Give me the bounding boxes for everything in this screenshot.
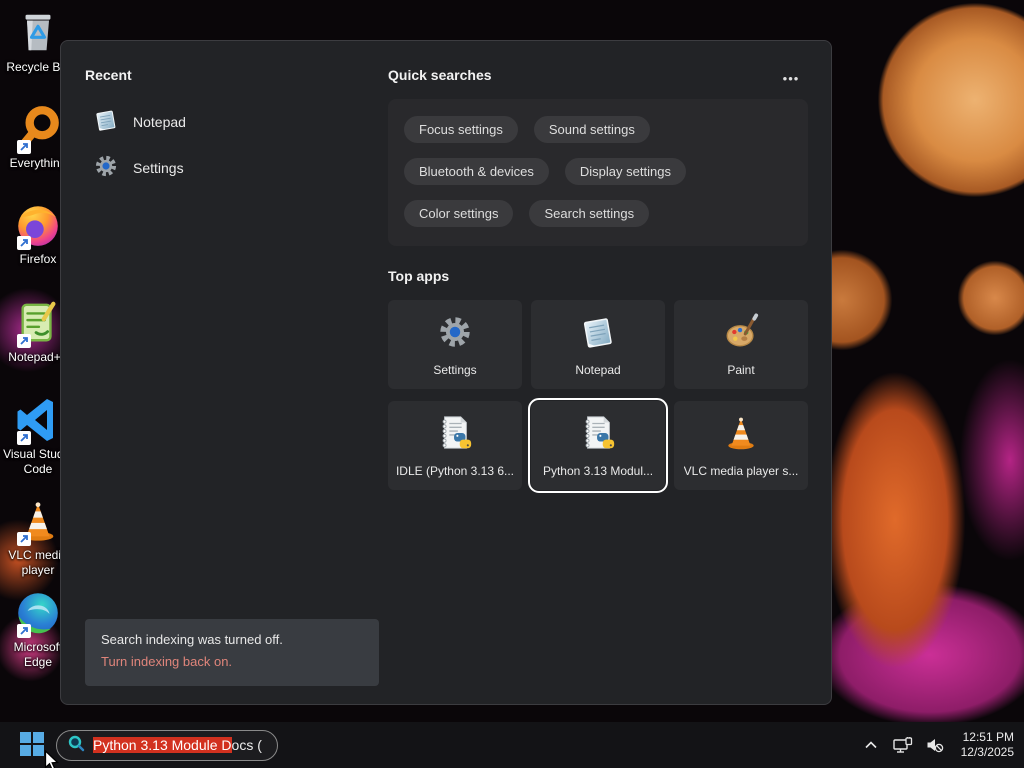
tray-volume-muted-icon[interactable] — [923, 730, 947, 760]
quick-search-color-settings[interactable]: Color settings — [404, 200, 514, 227]
system-tray: 12:51 PM 12/3/2025 — [859, 730, 1024, 760]
tile-label: Python 3.13 Modul... — [542, 463, 654, 478]
more-options-button[interactable]: ••• — [773, 67, 809, 89]
tile-label: Paint — [727, 362, 755, 377]
windows-logo-icon — [19, 731, 45, 760]
recycle-bin-icon — [13, 8, 63, 58]
desktop-icon-label: Everything — [9, 156, 67, 170]
tray-chevron-up-icon[interactable] — [859, 730, 883, 760]
search-panel: Recent Notepad Settings Quick searches •… — [60, 40, 832, 705]
top-app-tile-python-module-docs[interactable]: Python 3.13 Modul... — [528, 398, 668, 493]
shortcut-arrow-icon — [17, 431, 31, 445]
quick-search-display-settings[interactable]: Display settings — [564, 158, 686, 185]
indexing-notice-message: Search indexing was turned off. — [101, 632, 283, 647]
tile-label: VLC media player s... — [683, 463, 799, 478]
quick-searches-header: Quick searches — [388, 67, 492, 83]
recent-item-settings[interactable]: Settings — [93, 151, 313, 185]
everything-icon — [13, 104, 63, 154]
top-app-tile-notepad[interactable]: Notepad — [531, 300, 665, 389]
tile-label: Settings — [433, 362, 477, 377]
desktop-icon-label: Firefox — [19, 252, 57, 266]
notepad-plus-plus-icon — [13, 298, 63, 348]
taskbar: Python 3.13 Module Docs (12:51 PM 12/3/… — [0, 722, 1024, 768]
python-document-icon — [436, 414, 474, 457]
python-document-icon — [579, 414, 617, 457]
vlc-icon — [13, 496, 63, 546]
recent-item-label: Settings — [133, 160, 184, 176]
indexing-notice: Search indexing was turned off. Turn ind… — [85, 619, 379, 686]
tray-network-icon[interactable] — [891, 730, 915, 760]
paint-palette-icon — [722, 312, 760, 356]
shortcut-arrow-icon — [17, 236, 31, 250]
top-app-tile-vlc[interactable]: VLC media player s... — [674, 401, 808, 490]
taskbar-clock[interactable]: 12:51 PM 12/3/2025 — [955, 730, 1014, 760]
quick-search-bluetooth-devices[interactable]: Bluetooth & devices — [404, 158, 549, 185]
quick-search-search-settings[interactable]: Search settings — [529, 200, 650, 227]
top-app-tile-idle-python[interactable]: IDLE (Python 3.13 6... — [388, 401, 522, 490]
gear-icon — [436, 313, 474, 356]
top-app-tile-settings[interactable]: Settings — [388, 300, 522, 389]
search-input-text: Python 3.13 Module Docs ( — [93, 737, 262, 753]
edge-icon — [13, 588, 63, 638]
clock-time: 12:51 PM — [962, 730, 1014, 744]
search-text-rest: ocs ( — [231, 737, 262, 753]
firefox-icon — [13, 200, 63, 250]
search-text-selected: Python 3.13 Module D — [93, 737, 232, 753]
top-apps-header: Top apps — [388, 268, 450, 284]
recent-header: Recent — [85, 67, 132, 83]
shortcut-arrow-icon — [17, 334, 31, 348]
taskbar-search-box[interactable]: Python 3.13 Module Docs ( — [56, 729, 278, 761]
desktop: Recycle Bin Everything Firefox Notepad++… — [0, 0, 1024, 768]
shortcut-arrow-icon — [17, 140, 31, 154]
turn-indexing-on-link[interactable]: Turn indexing back on. — [101, 654, 232, 669]
tile-label: Notepad — [575, 362, 621, 377]
notepad-icon — [579, 313, 617, 356]
gear-icon — [93, 153, 119, 184]
recent-item-notepad[interactable]: Notepad — [93, 105, 313, 139]
clock-date: 12/3/2025 — [960, 745, 1014, 759]
recent-item-label: Notepad — [133, 114, 186, 130]
vscode-icon — [13, 395, 63, 445]
vlc-cone-icon — [722, 414, 760, 457]
quick-search-focus-settings[interactable]: Focus settings — [404, 116, 518, 143]
start-button[interactable] — [16, 729, 48, 761]
top-app-tile-paint[interactable]: Paint — [674, 300, 808, 389]
quick-search-sound-settings[interactable]: Sound settings — [533, 116, 650, 143]
notepad-icon — [93, 107, 119, 138]
top-apps-grid: Settings Notepad Paint IDLE (Python 3.13… — [388, 300, 810, 493]
quick-searches-card: Focus settings Sound settings Bluetooth … — [388, 99, 808, 246]
tile-label: IDLE (Python 3.13 6... — [395, 463, 515, 478]
shortcut-arrow-icon — [17, 624, 31, 638]
desktop-icon-label: Notepad++ — [8, 350, 68, 364]
search-icon — [67, 734, 85, 757]
shortcut-arrow-icon — [17, 532, 31, 546]
